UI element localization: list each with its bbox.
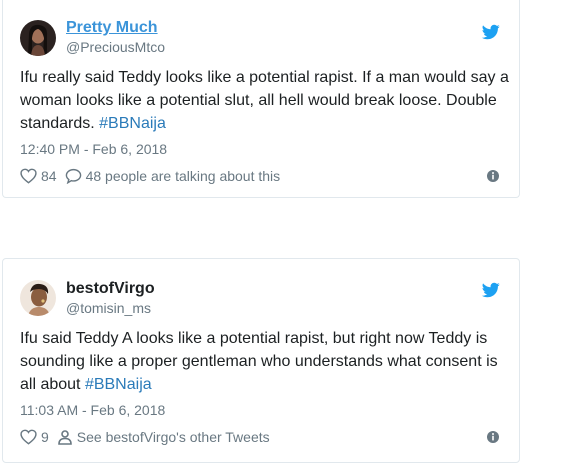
like-button[interactable]: 84 — [20, 168, 57, 184]
author-handle[interactable]: @tomisin_ms — [66, 299, 155, 317]
like-count: 84 — [41, 168, 57, 184]
author-avatar[interactable] — [20, 280, 56, 316]
conversation-label: 48 people are talking about this — [85, 168, 281, 184]
like-button[interactable]: 9 — [20, 429, 49, 445]
speech-bubble-icon — [65, 168, 81, 184]
other-tweets-link[interactable]: See bestofVirgo's other Tweets — [57, 429, 270, 445]
twitter-bird-icon[interactable] — [481, 23, 501, 41]
info-icon[interactable] — [485, 429, 501, 445]
heart-icon — [20, 168, 37, 184]
tweet-timestamp[interactable]: 11:03 AM - Feb 6, 2018 — [20, 401, 165, 419]
tweet-text-body: Ifu really said Teddy looks like a poten… — [20, 69, 509, 132]
hashtag-link[interactable]: #BBNaija — [99, 115, 166, 132]
info-icon[interactable] — [485, 168, 501, 184]
tweet-text: Ifu said Teddy A looks like a potential … — [20, 327, 510, 396]
tweet-card: Pretty Much @PreciousMtco Ifu really sai… — [2, 0, 520, 198]
author-avatar[interactable] — [20, 20, 56, 56]
tweet-card: bestofVirgo @tomisin_ms Ifu said Teddy A… — [2, 258, 520, 463]
hashtag-link[interactable]: #BBNaija — [85, 376, 152, 393]
tweet-actions: 84 48 people are talking about this — [20, 166, 501, 186]
person-icon — [57, 430, 72, 445]
tweet-text: Ifu really said Teddy looks like a poten… — [20, 66, 510, 135]
author-name[interactable]: bestofVirgo — [66, 279, 155, 299]
author-name[interactable]: Pretty Much — [66, 18, 165, 38]
heart-icon — [20, 429, 37, 445]
tweet-actions: 9 See bestofVirgo's other Tweets — [20, 427, 501, 447]
conversation-link[interactable]: 48 people are talking about this — [65, 168, 281, 184]
like-count: 9 — [41, 429, 49, 445]
other-tweets-label: See bestofVirgo's other Tweets — [76, 429, 270, 445]
tweet-timestamp[interactable]: 12:40 PM - Feb 6, 2018 — [20, 140, 167, 158]
twitter-bird-icon[interactable] — [481, 281, 501, 299]
author-handle[interactable]: @PreciousMtco — [66, 38, 165, 56]
